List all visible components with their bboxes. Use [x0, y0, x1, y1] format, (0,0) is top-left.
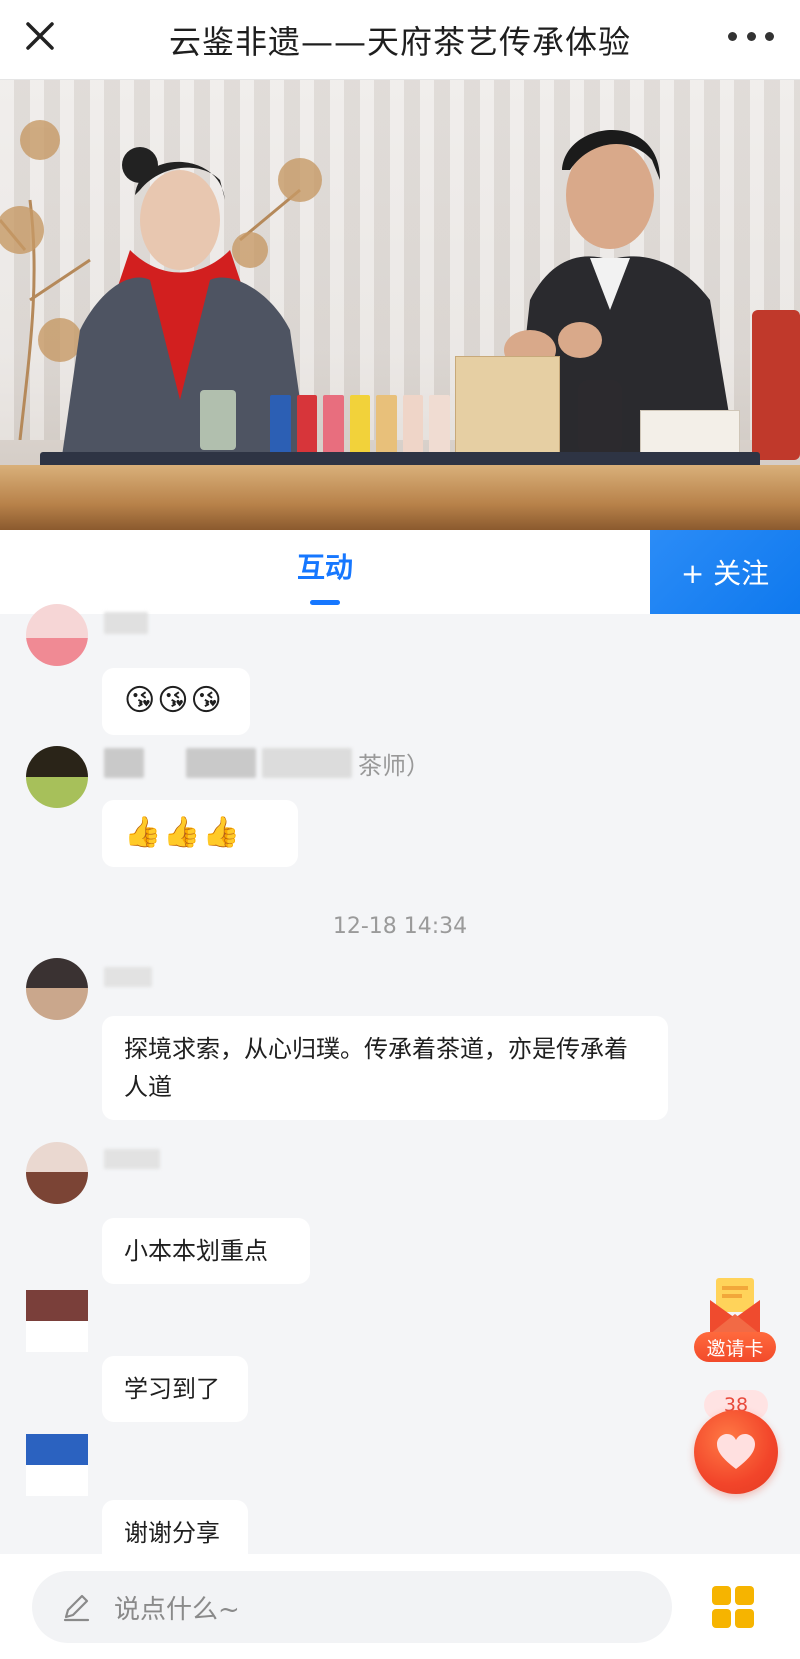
close-icon[interactable] — [22, 18, 58, 54]
pen-icon — [63, 1594, 90, 1622]
tea-table — [0, 465, 800, 530]
like-button[interactable] — [694, 1410, 778, 1494]
username-blurred — [104, 964, 152, 990]
more-icon[interactable] — [728, 24, 774, 48]
avatar[interactable] — [26, 1142, 88, 1204]
kiss-emoji: 😘😘😘 — [124, 683, 224, 718]
username-blurred — [104, 610, 148, 636]
envelope-icon — [710, 1278, 760, 1334]
bottom-input-bar: 说点什么~ — [0, 1554, 800, 1659]
tab-active-indicator — [310, 599, 340, 605]
follow-button[interactable]: + 关注 — [650, 530, 800, 614]
chat-list[interactable]: 😘😘😘 茶师） 👍👍👍 12-18 14:34 探境求索，从心归璞。传承着茶道，… — [0, 604, 800, 1566]
username-blurred: 茶师） — [104, 748, 430, 780]
interaction-tabbar: 互动 + 关注 — [0, 530, 800, 614]
chat-bubble: 探境求索，从心归璞。传承着茶道，亦是传承着人道 — [102, 1016, 668, 1120]
comment-input[interactable]: 说点什么~ — [32, 1571, 672, 1643]
chat-bubble: 学习到了 — [102, 1356, 248, 1422]
tea-box — [455, 356, 560, 458]
avatar[interactable] — [26, 958, 88, 1020]
thumbs-up-emoji: 👍👍👍 — [124, 815, 243, 850]
comment-placeholder: 说点什么~ — [114, 1594, 240, 1625]
avatar[interactable] — [26, 746, 88, 808]
chat-bubble: 👍👍👍 — [102, 800, 298, 867]
username-blurred — [104, 1146, 160, 1172]
tab-interact[interactable]: 互动 — [250, 530, 400, 614]
page-title: 云鉴非遗——天府茶艺传承体验 — [168, 23, 631, 61]
username-suffix: 茶师） — [358, 751, 430, 780]
chat-text: 探境求索，从心归璞。传承着茶道，亦是传承着人道 — [124, 1035, 628, 1101]
tab-interact-label: 互动 — [296, 550, 353, 584]
chat-bubble: 😘😘😘 — [102, 668, 250, 735]
top-bar: 云鉴非遗——天府茶艺传承体验 — [0, 0, 800, 80]
heart-icon — [717, 1434, 755, 1469]
gift-box — [640, 410, 740, 456]
apps-grid-icon[interactable] — [712, 1586, 754, 1628]
invite-card-button[interactable]: 邀请卡 — [690, 1278, 780, 1362]
live-video[interactable] — [0, 80, 800, 530]
chat-bubble: 小本本划重点 — [102, 1218, 310, 1284]
invite-card-label: 邀请卡 — [694, 1332, 776, 1362]
avatar[interactable] — [26, 1290, 88, 1352]
chat-text: 谢谢分享 — [124, 1519, 220, 1547]
chat-text: 学习到了 — [124, 1375, 220, 1403]
avatar[interactable] — [26, 604, 88, 666]
tea-canister — [752, 310, 800, 460]
vase — [578, 380, 622, 458]
avatar[interactable] — [26, 1434, 88, 1496]
chat-timestamp: 12-18 14:34 — [332, 914, 468, 939]
chat-text: 小本本划重点 — [124, 1237, 268, 1265]
